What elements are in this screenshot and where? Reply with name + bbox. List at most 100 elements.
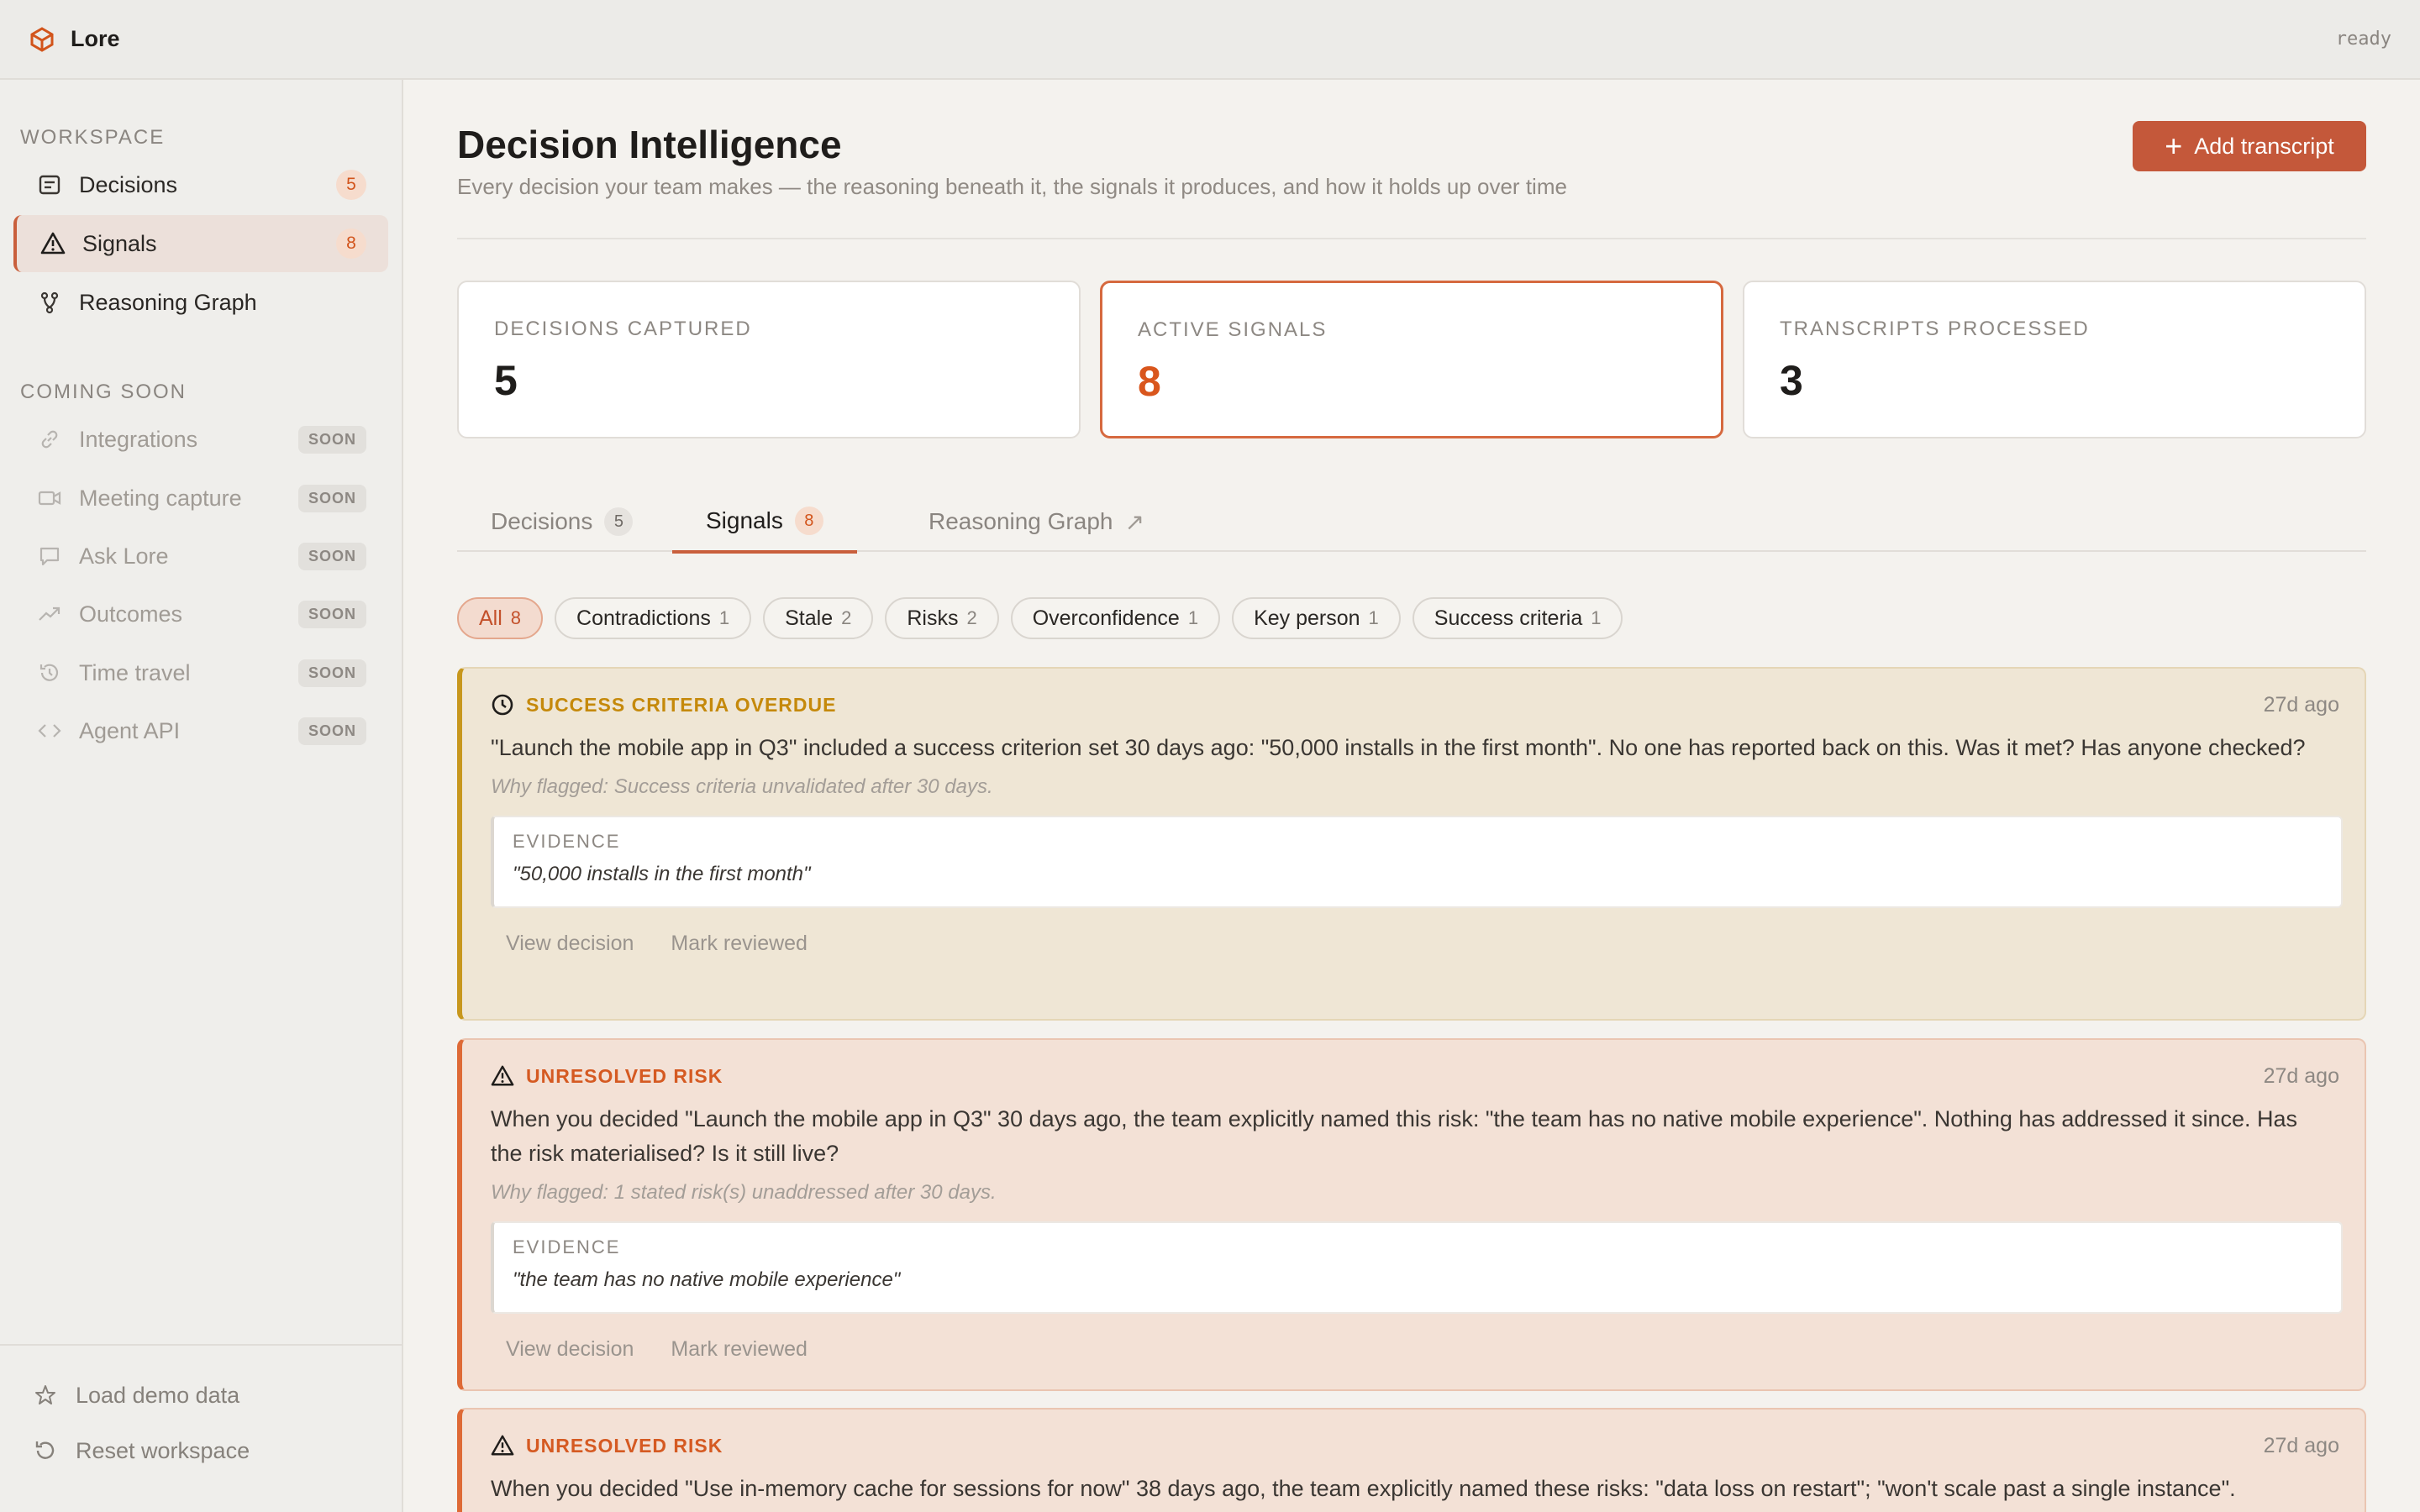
evidence-box: EVIDENCE "50,000 installs in the first m… xyxy=(491,816,2343,908)
sidebar-item-label: Integrations xyxy=(79,426,198,452)
stat-value: 8 xyxy=(1138,358,1161,405)
signal-why: Why flagged: Success criteria unvalidate… xyxy=(491,775,993,798)
load-demo-data-button[interactable]: Load demo data xyxy=(34,1383,239,1409)
evidence-label: EVIDENCE xyxy=(513,831,621,852)
coming-soon-section-label: COMING SOON xyxy=(20,381,187,403)
soon-badge: SOON xyxy=(297,600,366,628)
sidebar-item-decisions[interactable]: Decisions 5 xyxy=(13,156,388,213)
sidebar-item-label: Reasoning Graph xyxy=(79,289,257,315)
chip-count: 8 xyxy=(510,607,522,628)
reset-workspace-label: Reset workspace xyxy=(76,1438,250,1463)
filter-chip-stale[interactable]: Stale 2 xyxy=(763,597,874,639)
tab-label: Reasoning Graph xyxy=(929,508,1113,534)
chip-label: Key person xyxy=(1254,606,1360,630)
warning-icon xyxy=(40,231,66,256)
signal-text: When you decided "Use in-memory cache fo… xyxy=(491,1476,2236,1501)
code-icon xyxy=(37,718,62,743)
history-icon xyxy=(37,660,62,685)
clock-icon xyxy=(491,693,514,717)
mark-reviewed-button[interactable]: Mark reviewed xyxy=(671,932,808,956)
tab-bar: Decisions 5 Signals 8 Reasoning Graph ↗ xyxy=(457,491,2366,554)
sidebar-item-reasoning-graph[interactable]: Reasoning Graph xyxy=(13,274,388,331)
add-transcript-label: Add transcript xyxy=(2194,133,2334,159)
signal-type: UNRESOLVED RISK xyxy=(526,1434,723,1457)
stat-card-decisions: DECISIONS CAPTURED 5 xyxy=(457,281,1081,438)
signal-text: When you decided "Launch the mobile app … xyxy=(491,1106,2298,1166)
filter-chip-success-criteria[interactable]: Success criteria 1 xyxy=(1412,597,1623,639)
sidebar-item-label: Ask Lore xyxy=(79,543,169,569)
soon-badge: SOON xyxy=(297,542,366,570)
soon-badge: SOON xyxy=(297,717,366,745)
filter-chips: All 8 Contradictions 1 Stale 2 Risks 2 O… xyxy=(457,597,1623,639)
top-bar: Lore ready xyxy=(0,0,2420,80)
soon-badge: SOON xyxy=(297,484,366,512)
page-title: Decision Intelligence xyxy=(457,123,842,166)
sidebar-item-label: Agent API xyxy=(79,717,181,743)
tab-count: 5 xyxy=(604,507,634,536)
sidebar-item-label: Outcomes xyxy=(79,601,183,627)
signal-type: UNRESOLVED RISK xyxy=(526,1064,723,1087)
view-decision-button[interactable]: View decision xyxy=(506,1337,634,1362)
stat-value: 5 xyxy=(494,357,518,404)
warning-icon xyxy=(491,1064,514,1088)
chip-count: 1 xyxy=(1187,607,1199,628)
sidebar-item-meeting-capture[interactable]: Meeting capture SOON xyxy=(13,470,388,527)
reset-workspace-button[interactable]: Reset workspace xyxy=(34,1438,250,1464)
sidebar-item-agent-api[interactable]: Agent API SOON xyxy=(13,702,388,759)
soon-badge: SOON xyxy=(297,425,366,454)
stat-card-signals[interactable]: ACTIVE SIGNALS 8 xyxy=(1100,281,1723,438)
sidebar-item-signals[interactable]: Signals 8 xyxy=(13,215,388,272)
tab-label: Decisions xyxy=(491,508,593,534)
external-arrow-icon: ↗ xyxy=(1124,508,1144,535)
filter-chip-overconfidence[interactable]: Overconfidence 1 xyxy=(1010,597,1221,639)
sidebar-divider xyxy=(0,1344,403,1346)
stat-label: ACTIVE SIGNALS xyxy=(1138,318,1328,341)
tab-reasoning-graph[interactable]: Reasoning Graph ↗ xyxy=(895,491,1178,552)
sidebar-item-label: Meeting capture xyxy=(79,485,242,511)
branch-icon xyxy=(37,290,62,315)
list-icon xyxy=(37,172,62,197)
add-transcript-button[interactable]: + Add transcript xyxy=(2133,121,2366,171)
load-demo-data-label: Load demo data xyxy=(76,1383,240,1408)
signal-card: UNRESOLVED RISK 27d ago When you decided… xyxy=(457,1408,2366,1512)
filter-chip-risks[interactable]: Risks 2 xyxy=(885,597,999,639)
tab-signals[interactable]: Signals 8 xyxy=(672,491,857,554)
sidebar-item-label: Time travel xyxy=(79,659,191,685)
filter-chip-all[interactable]: All 8 xyxy=(457,597,544,639)
stat-card-transcripts: TRANSCRIPTS PROCESSED 3 xyxy=(1743,281,2366,438)
chip-count: 2 xyxy=(841,607,852,628)
filter-chip-contradictions[interactable]: Contradictions 1 xyxy=(555,597,752,639)
signal-card: SUCCESS CRITERIA OVERDUE 27d ago "Launch… xyxy=(457,667,2366,1021)
sidebar-item-outcomes[interactable]: Outcomes SOON xyxy=(13,585,388,643)
plus-icon: + xyxy=(2165,129,2183,163)
filter-chip-key-person[interactable]: Key person 1 xyxy=(1232,597,1401,639)
chip-label: Contradictions xyxy=(576,606,711,630)
soon-badge: SOON xyxy=(297,659,366,687)
reset-icon xyxy=(34,1439,59,1464)
sidebar-item-ask-lore[interactable]: Ask Lore SOON xyxy=(13,528,388,585)
evidence-quote: "the team has no native mobile experienc… xyxy=(513,1268,901,1291)
chip-count: 1 xyxy=(1368,607,1379,628)
status-text: ready xyxy=(2335,29,2391,50)
star-icon xyxy=(34,1383,59,1409)
warning-icon xyxy=(491,1434,514,1457)
chip-label: Risks xyxy=(907,606,959,630)
signal-text: "Launch the mobile app in Q3" included a… xyxy=(491,735,2306,760)
app-name: Lore xyxy=(71,26,120,51)
view-decision-button[interactable]: View decision xyxy=(506,932,634,956)
tab-label: Signals xyxy=(706,507,783,533)
header-divider xyxy=(457,238,2366,239)
video-icon xyxy=(37,486,62,511)
sidebar-item-integrations[interactable]: Integrations SOON xyxy=(13,411,388,468)
lore-logo-icon xyxy=(29,26,55,53)
count-badge: 5 xyxy=(336,170,366,200)
page-subtitle: Every decision your team makes — the rea… xyxy=(457,174,1567,199)
sidebar-item-label: Decisions xyxy=(79,171,178,197)
tab-decisions[interactable]: Decisions 5 xyxy=(457,491,666,552)
chip-label: All xyxy=(479,606,502,630)
mark-reviewed-button[interactable]: Mark reviewed xyxy=(671,1337,808,1362)
count-badge: 8 xyxy=(336,228,366,259)
signal-time: 27d ago xyxy=(2263,1433,2339,1457)
sidebar-item-time-travel[interactable]: Time travel SOON xyxy=(13,644,388,701)
signal-card: UNRESOLVED RISK 27d ago When you decided… xyxy=(457,1038,2366,1391)
